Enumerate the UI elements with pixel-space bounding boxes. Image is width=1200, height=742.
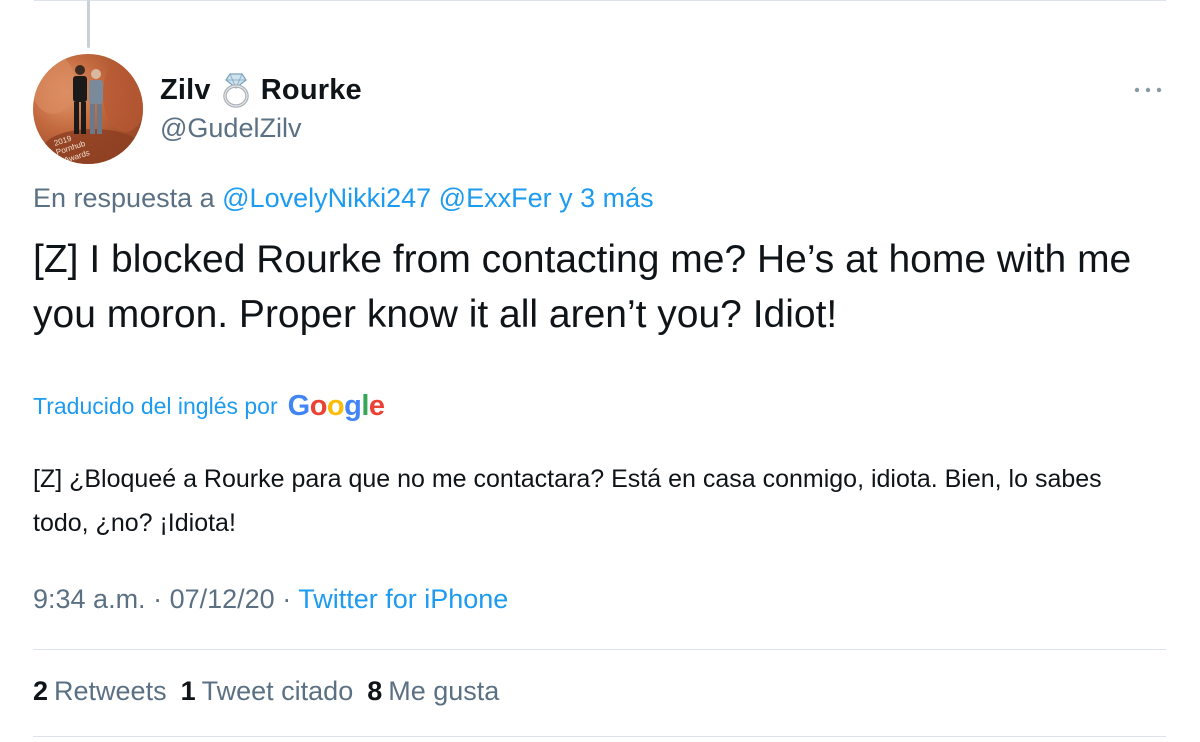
avatar-image: 2019 Pornhub Awards (33, 54, 143, 164)
author-handle[interactable]: @GudelZilv (160, 113, 301, 144)
avatar[interactable]: 2019 Pornhub Awards (33, 54, 143, 164)
likes-stat[interactable]: 8 Me gusta (367, 676, 499, 707)
more-mentions-link[interactable]: y 3 más (559, 183, 654, 213)
quotes-stat[interactable]: 1 Tweet citado (181, 676, 354, 707)
retweets-count: 2 (33, 676, 49, 706)
likes-count: 8 (367, 676, 383, 706)
retweets-stat[interactable]: 2 Retweets (33, 676, 167, 707)
translation-attribution[interactable]: Traducido del inglés por Google (33, 390, 385, 423)
tweet-text: [Z] I blocked Rourke from contacting me?… (33, 238, 1132, 336)
google-logo: Google (287, 390, 385, 422)
bottom-divider (33, 736, 1166, 737)
meta-separator: · (153, 584, 163, 614)
reply-prefix: En respuesta a (33, 183, 215, 213)
quotes-label: Tweet citado (201, 676, 354, 706)
top-divider (34, 0, 1166, 1)
display-name-first[interactable]: Zilv (160, 74, 211, 107)
author-name-row[interactable]: Zilv Rourke (160, 72, 362, 108)
stats-divider (33, 649, 1166, 650)
likes-label: Me gusta (388, 676, 500, 706)
display-name-last[interactable]: Rourke (261, 74, 362, 107)
tweet-date[interactable]: 07/12/20 (170, 584, 275, 614)
more-horizontal-icon[interactable] (1133, 85, 1163, 95)
mention-link-2[interactable]: @ExxFer (439, 183, 552, 213)
engagement-stats: 2 Retweets 1 Tweet citado 8 Me gusta (33, 676, 499, 707)
quotes-count: 1 (180, 676, 196, 706)
tweet-source-link[interactable]: Twitter for iPhone (298, 584, 508, 614)
reply-context: En respuesta a @LovelyNikki247 @ExxFer y… (33, 183, 654, 214)
translated-text: [Z] ¿Bloqueé a Rourke para que no me con… (33, 465, 1102, 537)
meta-separator: · (282, 584, 292, 614)
tweet-time[interactable]: 9:34 a.m. (33, 584, 146, 614)
tweet-meta: 9:34 a.m. · 07/12/20 · Twitter for iPhon… (33, 584, 508, 615)
mention-link-1[interactable]: @LovelyNikki247 (222, 183, 431, 213)
thread-connector-line (87, 0, 90, 48)
translated-by-label[interactable]: Traducido del inglés por (33, 393, 278, 420)
ring-icon (219, 72, 253, 108)
retweets-label: Retweets (54, 676, 167, 706)
